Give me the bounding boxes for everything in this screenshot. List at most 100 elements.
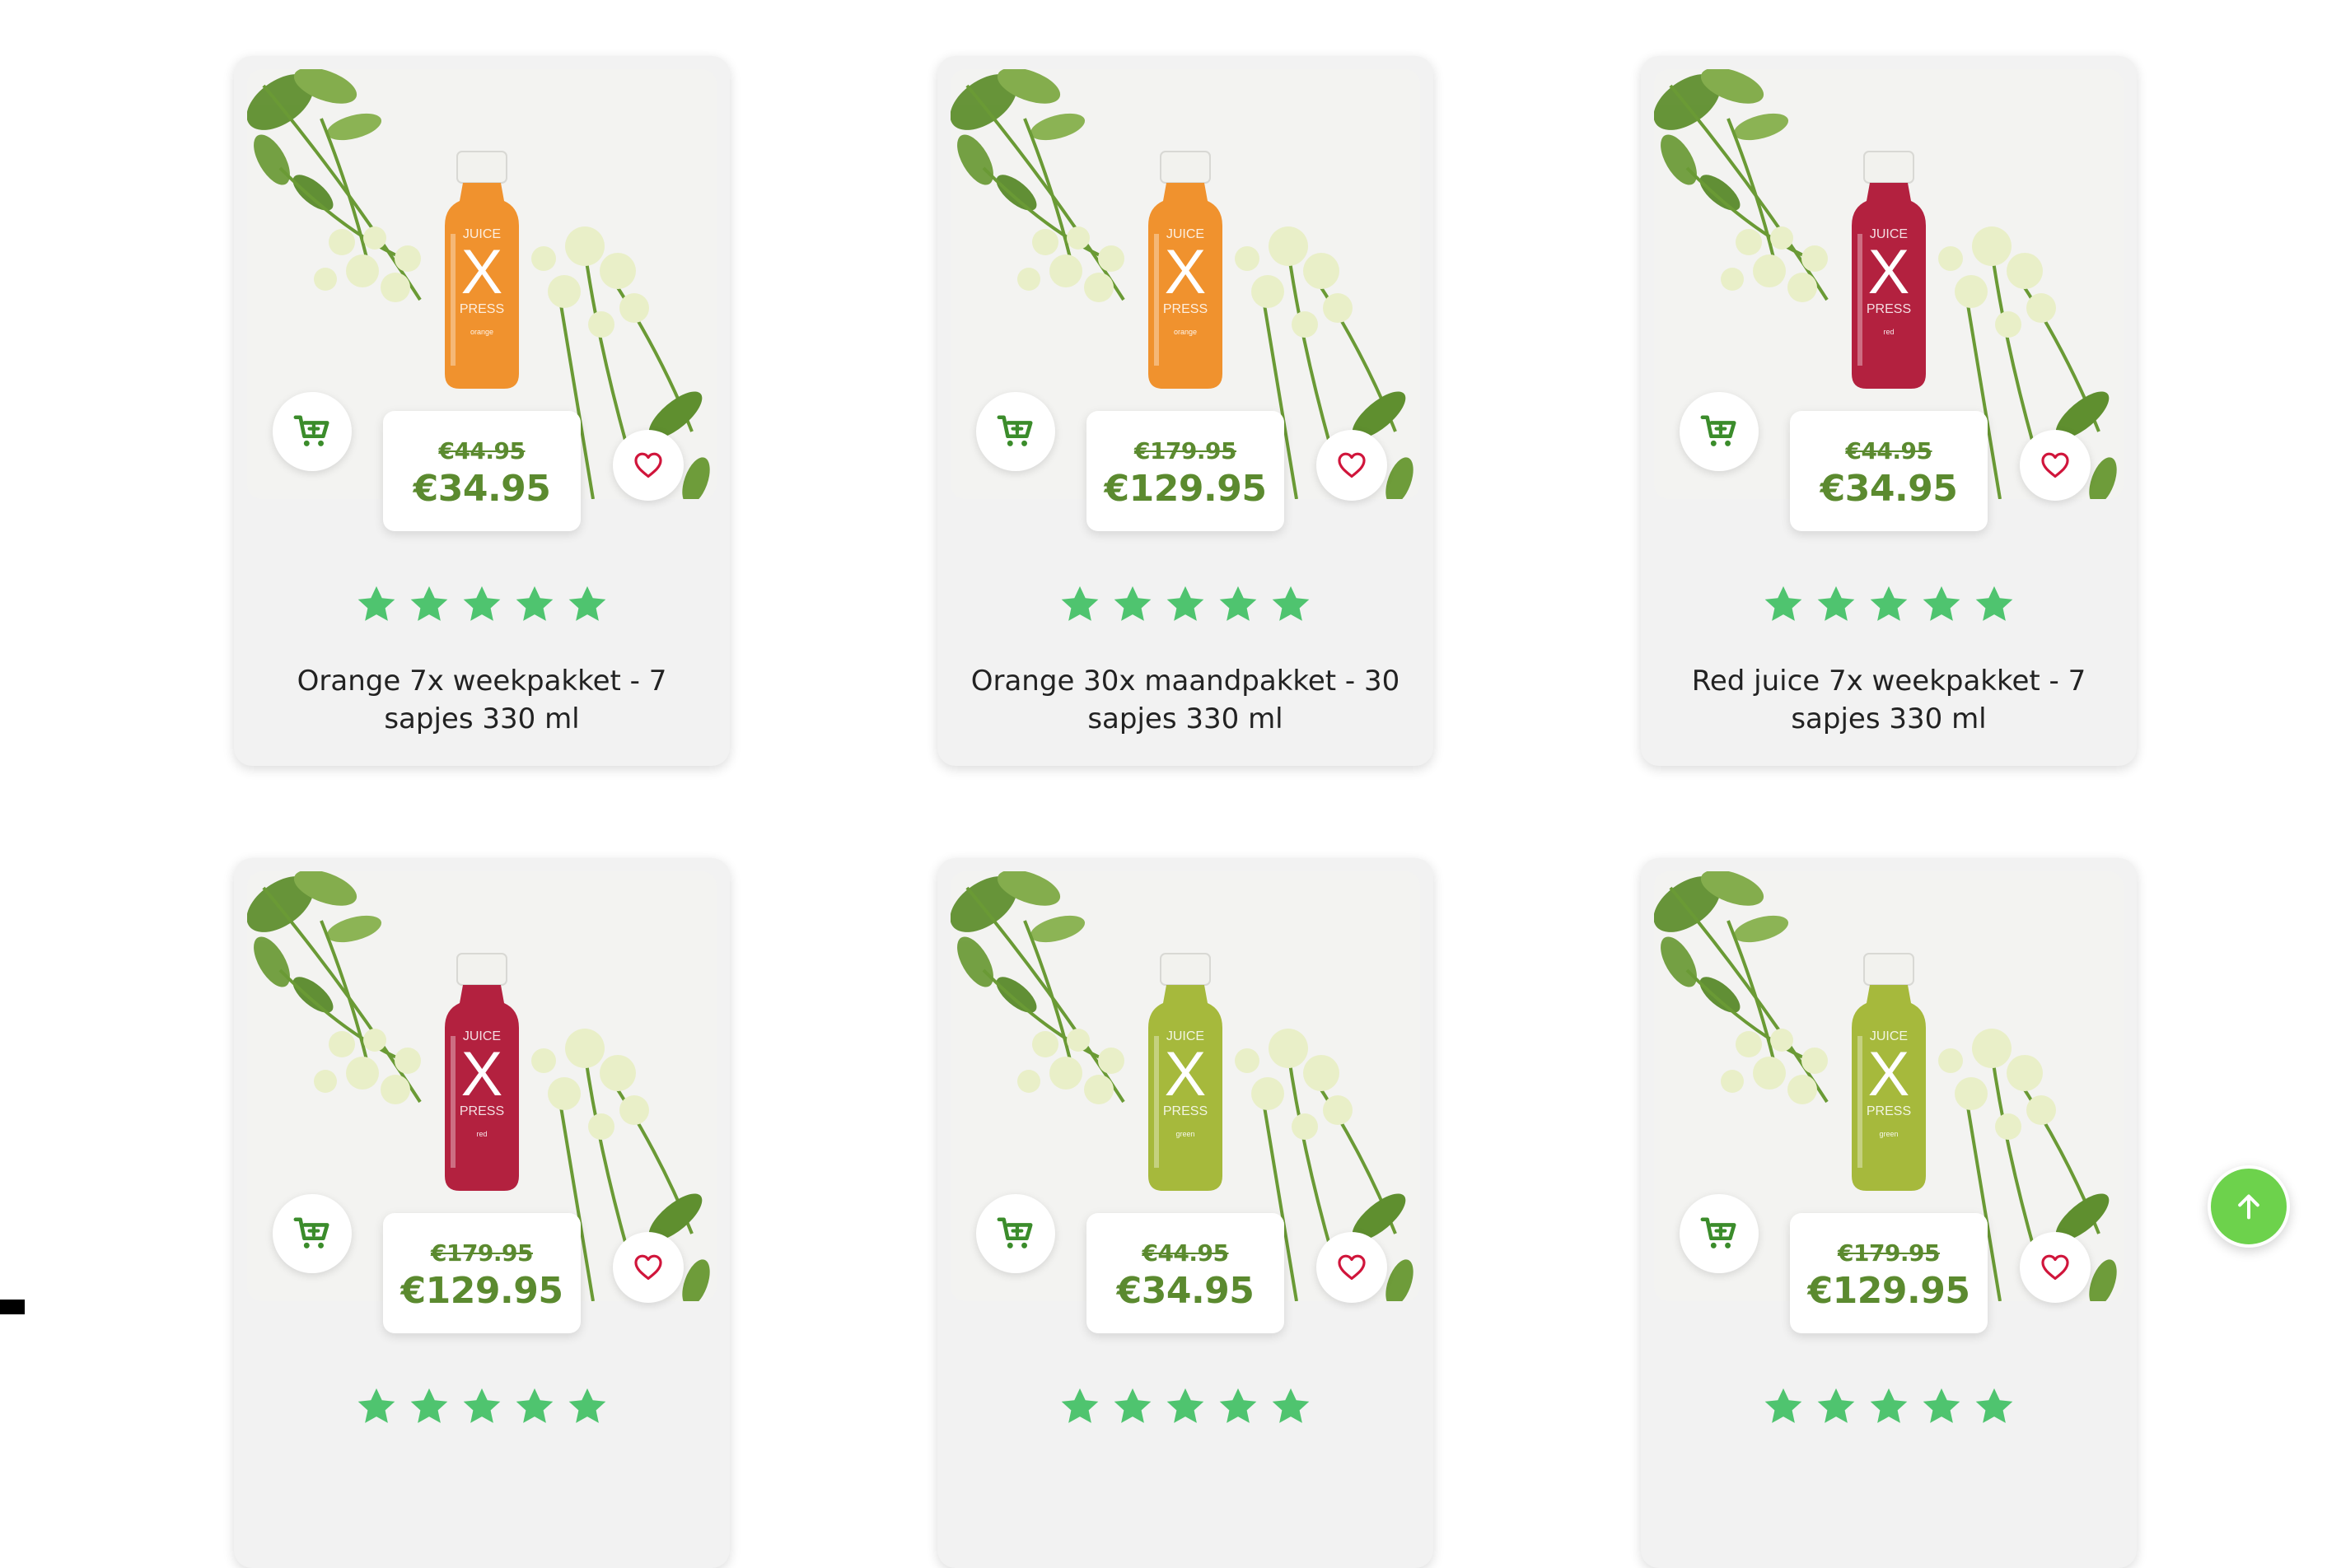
rating-stars [937, 1385, 1433, 1428]
star-icon [1061, 1388, 1099, 1423]
star-icon [410, 1388, 448, 1423]
cart-plus-icon [293, 1217, 329, 1248]
heart-outline-icon [634, 452, 662, 478]
star-icon [516, 586, 554, 621]
old-price: €179.95 [1837, 1239, 1941, 1267]
current-price: €34.95 [413, 468, 551, 510]
star-icon [1219, 586, 1257, 621]
add-to-cart-button[interactable] [1680, 392, 1759, 471]
price-tag: €44.95 €34.95 [383, 411, 581, 531]
svg-text:PRESS: PRESS [1867, 302, 1911, 316]
old-price: €44.95 [1142, 1239, 1229, 1267]
svg-text:X: X [1868, 237, 1910, 307]
svg-text:red: red [1883, 328, 1894, 336]
add-to-cart-button[interactable] [976, 1194, 1055, 1273]
product-card[interactable]: JUICE X PRESS orange €44.95 €34.95 Orang… [234, 56, 730, 766]
old-price: €44.95 [438, 437, 526, 464]
star-icon [1272, 1388, 1310, 1423]
favorite-button[interactable] [2020, 1232, 2091, 1303]
star-icon [410, 586, 448, 621]
favorite-button[interactable] [1316, 1232, 1387, 1303]
rating-stars [937, 583, 1433, 626]
star-icon [1764, 1388, 1802, 1423]
star-icon [568, 586, 606, 621]
old-price: €179.95 [1133, 437, 1237, 464]
product-title[interactable]: Red juice 7x weekpakket - 7 sapjes 330 m… [1674, 662, 2104, 738]
cart-plus-icon [293, 415, 329, 446]
star-icon [1817, 586, 1855, 621]
svg-text:X: X [461, 237, 503, 307]
favorite-button[interactable] [613, 430, 684, 501]
star-icon [1166, 1388, 1204, 1423]
star-icon [1923, 586, 1960, 621]
favorite-button[interactable] [1316, 430, 1387, 501]
product-card[interactable]: JUICE X PRESS green €44.95 €34.95 [937, 858, 1433, 1568]
star-icon [357, 586, 395, 621]
product-card[interactable]: JUICE X PRESS orange €179.95 €129.95 Ora… [937, 56, 1433, 766]
current-price: €129.95 [400, 1270, 563, 1312]
heart-outline-icon [2041, 1254, 2069, 1281]
star-icon [1219, 1388, 1257, 1423]
cart-plus-icon [1700, 415, 1736, 446]
product-title[interactable]: Orange 7x weekpakket - 7 sapjes 330 ml [267, 662, 697, 738]
svg-text:orange: orange [470, 328, 493, 336]
add-to-cart-button[interactable] [1680, 1194, 1759, 1273]
star-icon [1061, 586, 1099, 621]
star-icon [516, 1388, 554, 1423]
svg-text:X: X [1165, 237, 1207, 307]
price-tag: €44.95 €34.95 [1790, 411, 1988, 531]
add-to-cart-button[interactable] [273, 1194, 352, 1273]
heart-outline-icon [1338, 452, 1366, 478]
price-tag: €44.95 €34.95 [1086, 1213, 1284, 1333]
price-tag: €179.95 €129.95 [1086, 411, 1284, 531]
favorite-button[interactable] [2020, 430, 2091, 501]
current-price: €34.95 [1116, 1270, 1255, 1312]
star-icon [1764, 586, 1802, 621]
rating-stars [1641, 583, 2137, 626]
svg-text:PRESS: PRESS [460, 302, 504, 316]
heart-outline-icon [2041, 452, 2069, 478]
current-price: €34.95 [1820, 468, 1958, 510]
star-icon [463, 586, 501, 621]
star-icon [1975, 1388, 2013, 1423]
heart-outline-icon [634, 1254, 662, 1281]
cart-plus-icon [997, 1217, 1033, 1248]
rating-stars [1641, 1385, 2137, 1428]
svg-text:PRESS: PRESS [1163, 1104, 1208, 1118]
svg-text:PRESS: PRESS [460, 1104, 504, 1118]
product-title[interactable]: Orange 30x maandpakket - 30 sapjes 330 m… [970, 662, 1400, 738]
star-icon [1870, 1388, 1908, 1423]
svg-text:orange: orange [1174, 328, 1197, 336]
back-to-top-button[interactable] [2208, 1165, 2290, 1248]
svg-text:PRESS: PRESS [1867, 1104, 1911, 1118]
star-icon [1114, 1388, 1152, 1423]
old-price: €44.95 [1845, 437, 1932, 464]
star-icon [1923, 1388, 1960, 1423]
window-corner [0, 1300, 25, 1314]
heart-outline-icon [1338, 1254, 1366, 1281]
favorite-button[interactable] [613, 1232, 684, 1303]
svg-text:X: X [461, 1039, 503, 1109]
old-price: €179.95 [430, 1239, 534, 1267]
star-icon [1870, 586, 1908, 621]
svg-text:red: red [476, 1130, 487, 1138]
star-icon [1272, 586, 1310, 621]
add-to-cart-button[interactable] [976, 392, 1055, 471]
product-card[interactable]: JUICE X PRESS red €179.95 €129.95 [234, 858, 730, 1568]
current-price: €129.95 [1807, 1270, 1970, 1312]
star-icon [1114, 586, 1152, 621]
add-to-cart-button[interactable] [273, 392, 352, 471]
star-icon [568, 1388, 606, 1423]
rating-stars [234, 583, 730, 626]
arrow-up-icon [2238, 1194, 2259, 1220]
star-icon [1975, 586, 2013, 621]
product-card[interactable]: JUICE X PRESS red €44.95 €34.95 Red juic… [1641, 56, 2137, 766]
svg-text:X: X [1165, 1039, 1207, 1109]
svg-text:green: green [1175, 1130, 1194, 1138]
product-card[interactable]: JUICE X PRESS green €179.95 €129.95 [1641, 858, 2137, 1568]
star-icon [357, 1388, 395, 1423]
star-icon [1817, 1388, 1855, 1423]
cart-plus-icon [1700, 1217, 1736, 1248]
svg-text:X: X [1868, 1039, 1910, 1109]
price-tag: €179.95 €129.95 [383, 1213, 581, 1333]
